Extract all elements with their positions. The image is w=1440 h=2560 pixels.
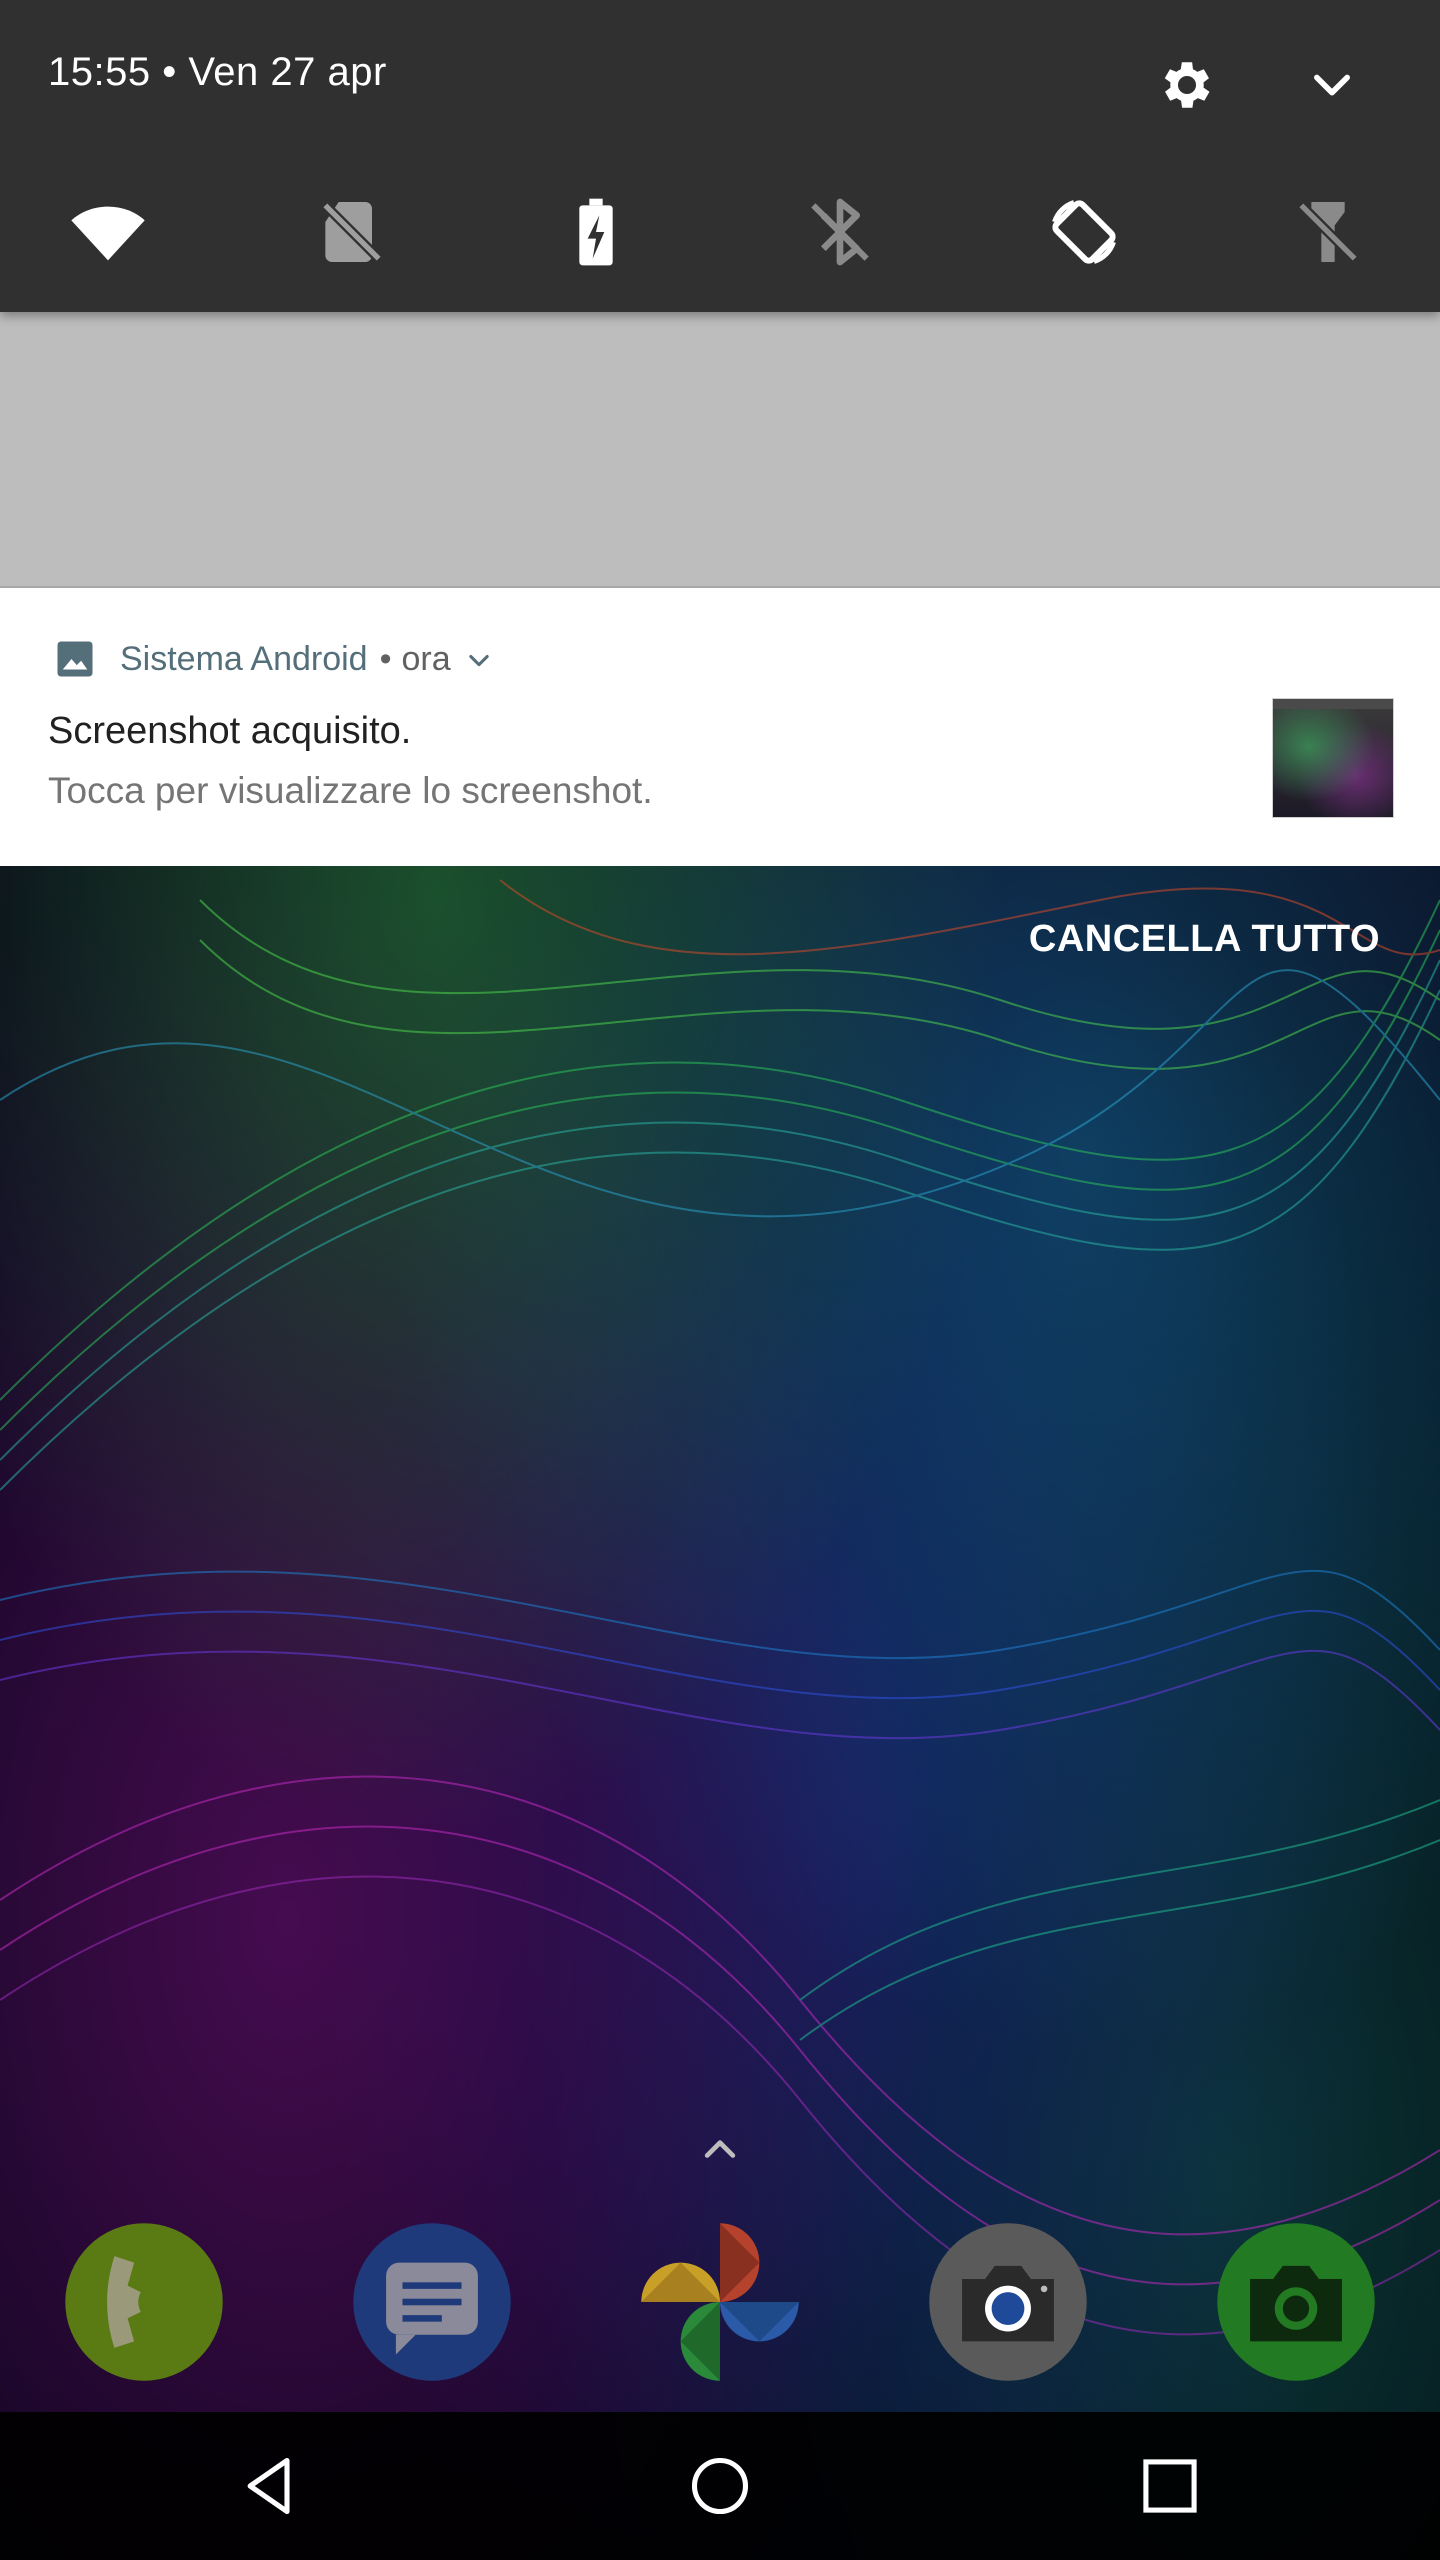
clear-all-button[interactable]: CANCELLA TUTTO bbox=[1029, 918, 1380, 961]
image-icon bbox=[57, 641, 93, 677]
notification-separator: • bbox=[379, 640, 392, 678]
screenshot-notification[interactable]: Sistema Android • ora Screenshot acquisi… bbox=[0, 588, 1440, 866]
screenshot-thumbnail[interactable] bbox=[1272, 698, 1394, 818]
battery-saver-icon[interactable] bbox=[556, 192, 636, 272]
auto-rotate-icon[interactable] bbox=[1044, 192, 1124, 272]
camera-green-icon[interactable] bbox=[1214, 2220, 1378, 2384]
wifi-icon[interactable] bbox=[68, 192, 148, 272]
photos-icon[interactable] bbox=[638, 2220, 802, 2384]
recents-icon[interactable] bbox=[1136, 2452, 1204, 2520]
expand-chevron-icon[interactable] bbox=[465, 646, 493, 674]
notification-time: ora bbox=[401, 640, 451, 678]
chevron-up-icon[interactable] bbox=[698, 2128, 742, 2172]
messages-icon[interactable] bbox=[350, 2220, 514, 2384]
thumbnail-status-bar bbox=[1273, 699, 1393, 709]
notification-header: Sistema Android • ora bbox=[120, 640, 493, 679]
notification-app-name: Sistema Android bbox=[120, 640, 368, 678]
camera-icon[interactable] bbox=[926, 2220, 1090, 2384]
status-time-date: 15:55 • Ven 27 apr bbox=[48, 50, 387, 94]
home-icon[interactable] bbox=[686, 2452, 754, 2520]
flashlight-off-icon[interactable] bbox=[1288, 192, 1368, 272]
notification-text: Tocca per visualizzare lo screenshot. bbox=[48, 770, 653, 811]
notification-title: Screenshot acquisito. bbox=[48, 710, 412, 752]
no-sim-icon[interactable] bbox=[312, 192, 392, 272]
settings-gear-icon[interactable] bbox=[1156, 54, 1218, 116]
bluetooth-off-icon[interactable] bbox=[800, 192, 880, 272]
back-icon[interactable] bbox=[236, 2452, 304, 2520]
navigation-bar bbox=[0, 2412, 1440, 2560]
quick-settings-panel: 15:55 • Ven 27 apr bbox=[0, 0, 1440, 312]
phone-icon[interactable] bbox=[62, 2220, 226, 2384]
notification-shade-scrim bbox=[0, 312, 1440, 588]
chevron-down-icon[interactable] bbox=[1306, 58, 1358, 110]
